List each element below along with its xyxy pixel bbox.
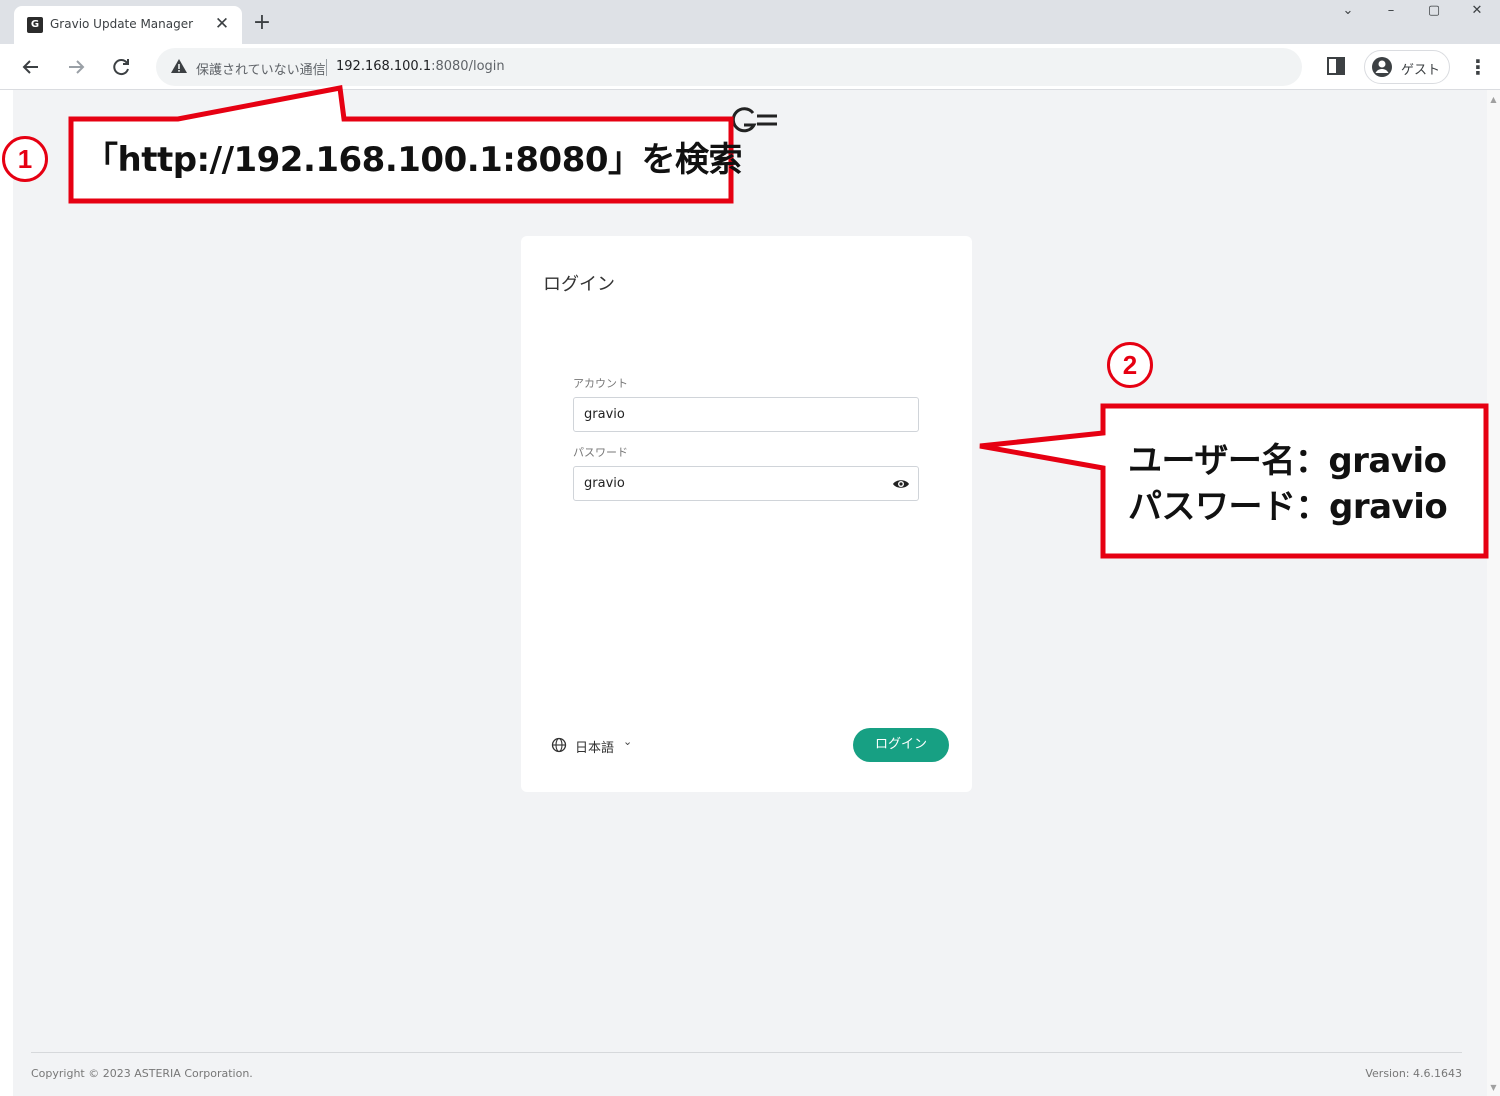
copyright-text: Copyright © 2023 ASTERIA Corporation. (31, 1067, 253, 1080)
step-2-instruction: ユーザー名：gravio パスワード：gravio (1128, 438, 1448, 530)
login-title: ログイン (543, 274, 615, 295)
password-label: パスワード (573, 446, 628, 459)
version-text: Version: 4.6.1643 (1365, 1067, 1462, 1080)
back-button[interactable] (17, 53, 45, 81)
browser-toolbar: 保護されていない通信 192.168.100.1:8080/login ゲスト … (0, 44, 1500, 90)
url-host: 192.168.100.1 (336, 59, 432, 74)
tab-search-chevron-icon[interactable]: ⌄ (1328, 0, 1368, 22)
scroll-down-arrow-icon[interactable]: ▼ (1489, 1083, 1498, 1092)
scroll-up-arrow-icon[interactable]: ▲ (1489, 95, 1498, 104)
globe-icon (551, 737, 567, 753)
footer-divider (31, 1052, 1462, 1053)
close-window-button[interactable]: ✕ (1457, 0, 1497, 22)
url-text[interactable]: 192.168.100.1:8080/login (336, 59, 505, 74)
not-secure-label: 保護されていない通信 (196, 63, 326, 78)
guest-avatar-icon (1372, 57, 1392, 77)
account-label: アカウント (573, 377, 628, 390)
address-bar[interactable]: 保護されていない通信 192.168.100.1:8080/login (156, 48, 1302, 86)
step-2-badge: 2 (1107, 342, 1153, 388)
side-panel-icon[interactable] (1326, 56, 1346, 76)
new-tab-button[interactable]: + (250, 12, 274, 36)
tab-gravio-update-manager[interactable]: G Gravio Update Manager ✕ (14, 6, 242, 44)
url-path: :8080/login (431, 59, 505, 74)
step-2-password-line: パスワード：gravio (1128, 487, 1448, 527)
step-2-username-line: ユーザー名：gravio (1128, 441, 1447, 481)
chevron-down-icon: ⌄ (623, 735, 633, 748)
gravio-favicon-icon: G (27, 17, 43, 33)
omnibox-divider (326, 59, 327, 76)
minimize-button[interactable]: – (1371, 0, 1411, 22)
profile-label: ゲスト (1401, 63, 1441, 78)
browser-window: G Gravio Update Manager ✕ + ⌄ – ▢ ✕ 保護され… (0, 0, 1500, 1096)
language-label: 日本語 (575, 741, 615, 756)
reload-icon (113, 59, 129, 76)
browser-menu-icon[interactable]: ⋮ (1466, 53, 1490, 81)
account-input[interactable]: gravio (573, 397, 919, 432)
maximize-button[interactable]: ▢ (1414, 0, 1454, 22)
back-arrow-icon (22, 60, 38, 74)
password-value: gravio (584, 476, 625, 491)
step-1-badge: 1 (2, 136, 48, 182)
tab-close-icon[interactable]: ✕ (212, 14, 232, 34)
reload-button[interactable] (107, 53, 135, 81)
tab-title: Gravio Update Manager (50, 17, 194, 31)
vertical-scrollbar[interactable] (1487, 90, 1500, 1096)
forward-arrow-icon (69, 60, 85, 74)
login-card: ログイン アカウント gravio パスワード gravio 日本語 ⌄ ログイ… (521, 236, 972, 792)
profile-button[interactable]: ゲスト (1364, 50, 1450, 84)
show-password-eye-icon[interactable] (892, 476, 910, 492)
login-button[interactable]: ログイン (853, 728, 949, 762)
tab-strip: G Gravio Update Manager ✕ + ⌄ – ▢ ✕ (0, 0, 1500, 44)
step-1-instruction: 「http://192.168.100.1:8080」を検索 (84, 140, 743, 180)
account-value: gravio (584, 407, 625, 422)
password-input[interactable]: gravio (573, 466, 919, 501)
warning-triangle-icon[interactable] (170, 57, 188, 75)
forward-button[interactable] (62, 53, 90, 81)
